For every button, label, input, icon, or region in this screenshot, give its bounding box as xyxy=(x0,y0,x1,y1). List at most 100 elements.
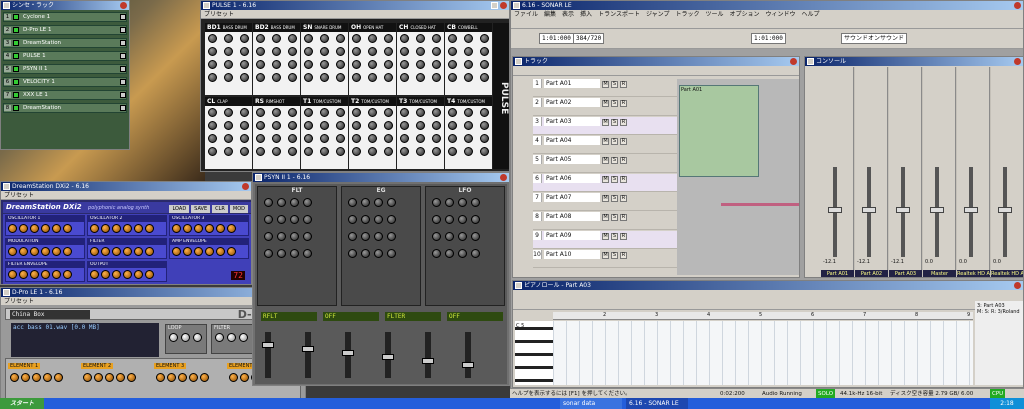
knob[interactable] xyxy=(335,147,345,156)
knob[interactable] xyxy=(431,121,441,130)
knob[interactable] xyxy=(463,108,473,117)
track-m-button[interactable]: M xyxy=(602,119,609,126)
dprole-element-label[interactable]: ELEMENT 3 xyxy=(154,363,187,369)
props-icon[interactable] xyxy=(120,79,126,85)
knob[interactable] xyxy=(374,215,383,224)
fader-cap[interactable] xyxy=(302,346,314,352)
knob[interactable] xyxy=(445,198,454,207)
knob[interactable] xyxy=(239,121,249,130)
knob[interactable] xyxy=(432,249,441,258)
close-icon[interactable] xyxy=(1014,2,1021,9)
track-m-button[interactable]: M xyxy=(602,195,609,202)
psyn-fader[interactable] xyxy=(302,332,314,378)
knob[interactable] xyxy=(471,249,480,258)
track-m-button[interactable]: M xyxy=(602,252,609,259)
knob[interactable] xyxy=(239,134,249,143)
fader-cap[interactable] xyxy=(828,207,842,213)
knob[interactable] xyxy=(19,247,28,256)
knob[interactable] xyxy=(400,34,410,43)
knob[interactable] xyxy=(215,333,224,342)
knob[interactable] xyxy=(205,247,214,256)
knob[interactable] xyxy=(383,134,393,143)
track-row[interactable]: 6 Part A06 M S R xyxy=(533,174,691,192)
knob[interactable] xyxy=(463,60,473,69)
knob[interactable] xyxy=(303,249,312,258)
knob[interactable] xyxy=(352,108,362,117)
knob[interactable] xyxy=(463,47,473,56)
knob[interactable] xyxy=(463,134,473,143)
knob[interactable] xyxy=(471,198,480,207)
knob[interactable] xyxy=(479,34,489,43)
knob[interactable] xyxy=(239,333,248,342)
track-m-button[interactable]: M xyxy=(602,81,609,88)
knob[interactable] xyxy=(415,34,425,43)
psyn-fader[interactable] xyxy=(422,332,434,378)
knob[interactable] xyxy=(239,108,249,117)
knob[interactable] xyxy=(319,34,329,43)
sonar-titlebar[interactable]: 6.16 - SONAR LE xyxy=(511,1,1023,10)
knob[interactable] xyxy=(383,47,393,56)
menu-item[interactable]: トランスポート xyxy=(598,11,640,18)
knob[interactable] xyxy=(387,249,396,258)
knob[interactable] xyxy=(19,224,28,233)
knob[interactable] xyxy=(448,47,458,56)
menu-item[interactable]: オプション xyxy=(730,11,760,18)
knob[interactable] xyxy=(304,47,314,56)
knob[interactable] xyxy=(458,232,467,241)
power-icon[interactable] xyxy=(13,27,19,33)
knob[interactable] xyxy=(445,215,454,224)
knob[interactable] xyxy=(319,108,329,117)
knob[interactable] xyxy=(304,73,314,82)
knob[interactable] xyxy=(271,108,281,117)
track-row[interactable]: 9 Part A09 M S R xyxy=(533,231,691,249)
knob[interactable] xyxy=(448,121,458,130)
knob[interactable] xyxy=(172,224,181,233)
minimize-icon[interactable] xyxy=(491,2,498,9)
knob[interactable] xyxy=(458,198,467,207)
knob[interactable] xyxy=(287,121,297,130)
knob[interactable] xyxy=(352,121,362,130)
knob[interactable] xyxy=(367,60,377,69)
knob[interactable] xyxy=(361,249,370,258)
props-icon[interactable] xyxy=(120,40,126,46)
knob[interactable] xyxy=(208,121,218,130)
knob[interactable] xyxy=(271,73,281,82)
knob[interactable] xyxy=(123,270,132,279)
knob[interactable] xyxy=(287,134,297,143)
props-icon[interactable] xyxy=(120,27,126,33)
knob[interactable] xyxy=(367,47,377,56)
knob[interactable] xyxy=(415,121,425,130)
knob[interactable] xyxy=(479,73,489,82)
knob[interactable] xyxy=(105,373,114,382)
fader-cap[interactable] xyxy=(964,207,978,213)
knob[interactable] xyxy=(335,73,345,82)
knob[interactable] xyxy=(463,121,473,130)
knob[interactable] xyxy=(30,224,39,233)
knob[interactable] xyxy=(21,373,30,382)
knob[interactable] xyxy=(264,198,273,207)
knob[interactable] xyxy=(145,270,154,279)
knob[interactable] xyxy=(8,224,17,233)
knob[interactable] xyxy=(208,60,218,69)
knob[interactable] xyxy=(239,147,249,156)
track-m-button[interactable]: M xyxy=(602,100,609,107)
knob[interactable] xyxy=(431,60,441,69)
menu-item[interactable]: 挿入 xyxy=(580,11,592,18)
knob[interactable] xyxy=(271,60,281,69)
knob[interactable] xyxy=(8,247,17,256)
knob[interactable] xyxy=(90,224,99,233)
knob[interactable] xyxy=(52,224,61,233)
power-icon[interactable] xyxy=(13,105,19,111)
knob[interactable] xyxy=(287,73,297,82)
track-r-button[interactable]: R xyxy=(620,252,627,259)
fader-cap[interactable] xyxy=(862,207,876,213)
track-r-button[interactable]: R xyxy=(620,176,627,183)
knob[interactable] xyxy=(194,247,203,256)
knob[interactable] xyxy=(216,224,225,233)
knob[interactable] xyxy=(431,134,441,143)
knob[interactable] xyxy=(30,270,39,279)
knob[interactable] xyxy=(287,60,297,69)
knob[interactable] xyxy=(277,198,286,207)
fader-cap[interactable] xyxy=(462,362,474,368)
knob[interactable] xyxy=(216,247,225,256)
